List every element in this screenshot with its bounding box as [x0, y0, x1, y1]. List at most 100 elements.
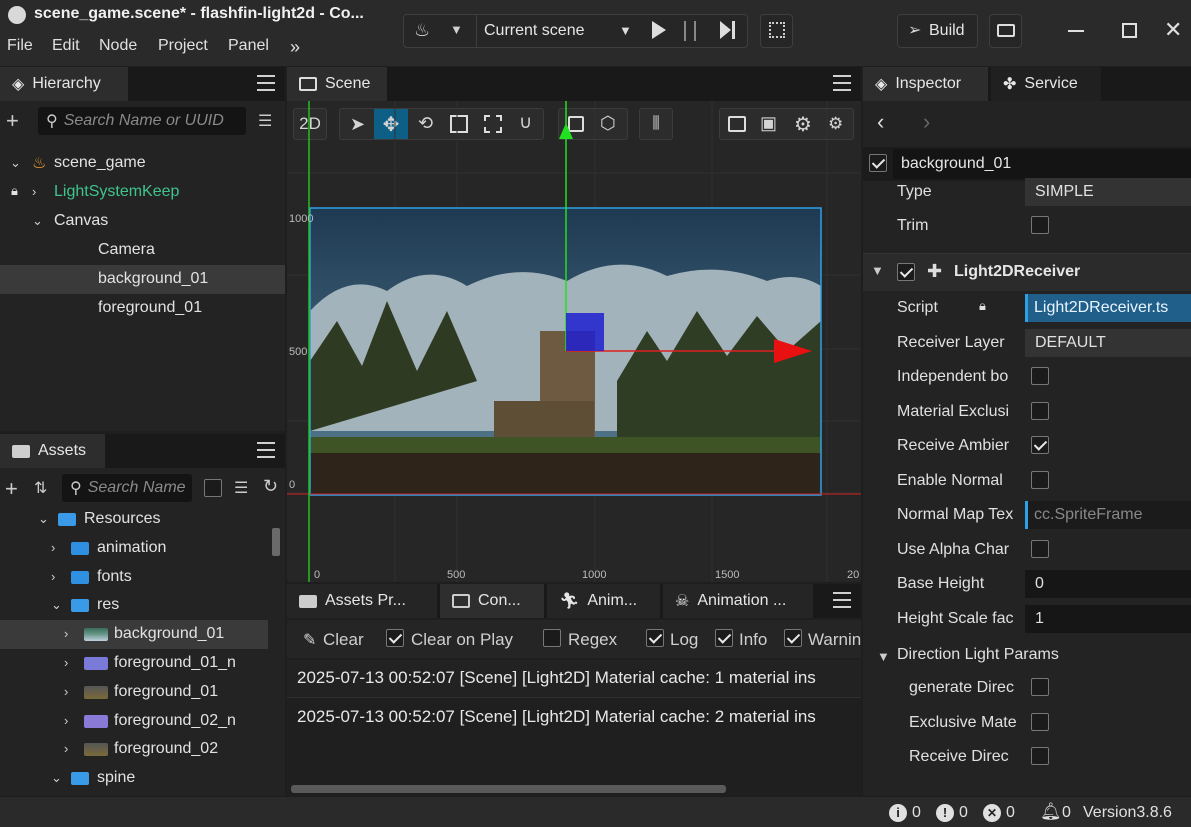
hierarchy-node[interactable]: 🔒︎ › LightSystemKeep — [0, 178, 285, 207]
error-icon[interactable]: ✕ — [983, 804, 1001, 822]
asset-item[interactable]: › fonts — [0, 563, 268, 592]
menu-file[interactable]: File — [7, 37, 33, 55]
tab-assets-preview[interactable]: Assets Pr... — [287, 584, 437, 618]
warning-checkbox[interactable] — [784, 629, 802, 647]
property-checkbox[interactable] — [1031, 539, 1049, 558]
chevron-right-icon[interactable]: › — [51, 540, 63, 555]
close-button[interactable]: ✕ — [1164, 17, 1182, 43]
hierarchy-node[interactable]: foreground_01 — [0, 294, 285, 323]
bell-icon[interactable]: 🔔︎ — [1040, 802, 1062, 822]
menu-project[interactable]: Project — [158, 37, 208, 55]
asset-item[interactable]: › foreground_01_n — [0, 649, 268, 678]
scene-viewport[interactable] — [287, 101, 861, 582]
lock-icon[interactable]: 🔒︎ — [11, 183, 18, 199]
type-select[interactable]: SIMPLE — [1025, 178, 1191, 206]
property-checkbox[interactable] — [1031, 436, 1049, 454]
minimize-button[interactable] — [1068, 30, 1084, 32]
asset-item[interactable]: › foreground_02_n — [0, 707, 268, 736]
scene-select[interactable]: Current scene — [484, 22, 585, 40]
tab-assets[interactable]: Assets — [0, 434, 105, 468]
hierarchy-node[interactable]: Camera — [0, 236, 285, 265]
assets-scrollbar[interactable] — [272, 528, 280, 556]
maximize-button[interactable] — [1122, 23, 1137, 38]
property-checkbox[interactable] — [1031, 747, 1049, 765]
component-header[interactable]: ▼ ✚ Light2DReceiver — [863, 253, 1191, 291]
chevron-right-icon[interactable]: › — [64, 626, 76, 641]
script-asset-field[interactable]: Light2DReceiver.ts — [1025, 294, 1191, 322]
regex-checkbox[interactable] — [543, 629, 561, 647]
chevron-right-icon[interactable]: › — [51, 569, 63, 584]
chevron-down-icon[interactable]: ⌄ — [51, 597, 63, 613]
forward-arrow-icon[interactable]: › — [923, 109, 930, 135]
asset-item[interactable]: › foreground_01 — [0, 678, 268, 707]
hierarchy-search-input[interactable]: ⚲ Search Name or UUID — [38, 107, 246, 135]
console-scrollbar[interactable] — [291, 785, 726, 793]
back-arrow-icon[interactable]: ‹ — [877, 109, 884, 135]
menu-node[interactable]: Node — [99, 37, 137, 55]
play-icon[interactable] — [652, 21, 666, 39]
hierarchy-node[interactable]: ⌄ ♨ scene_game — [0, 149, 285, 178]
select-field[interactable]: DEFAULT — [1025, 328, 1191, 357]
asset-field[interactable]: cc.SpriteFrame — [1025, 501, 1191, 529]
assets-filter-checkbox[interactable] — [204, 479, 222, 497]
clear-button[interactable]: Clear — [323, 630, 364, 650]
warning-icon[interactable]: ! — [936, 804, 954, 822]
node-active-checkbox[interactable] — [869, 154, 887, 172]
refresh-icon[interactable]: ↻ — [263, 476, 278, 497]
asset-item[interactable]: › background_01 — [0, 620, 268, 650]
component-enabled-checkbox[interactable] — [897, 263, 915, 281]
chevron-down-icon[interactable]: ▼ — [450, 22, 463, 37]
chevron-right-icon[interactable]: › — [64, 713, 76, 728]
more-menu-icon[interactable]: » — [290, 37, 300, 58]
chevron-right-icon[interactable]: › — [64, 741, 76, 756]
component-collapse-icon[interactable]: ▼ — [871, 263, 884, 278]
console-line[interactable]: 2025-07-13 00:52:07 [Scene] [Light2D] Ma… — [287, 699, 861, 737]
asset-item[interactable]: › foreground_02 — [0, 735, 268, 764]
add-node-icon[interactable]: + — [6, 108, 19, 134]
clear-on-play-checkbox[interactable] — [386, 629, 404, 647]
tab-service[interactable]: ✤ Service — [991, 67, 1101, 101]
number-input[interactable]: 0 — [1025, 570, 1191, 598]
engine-flame-icon[interactable]: ♨ — [414, 20, 430, 41]
menu-panel[interactable]: Panel — [228, 37, 269, 55]
step-icon[interactable] — [720, 21, 731, 39]
tab-scene[interactable]: Scene — [287, 67, 387, 101]
assets-search-input[interactable]: ⚲ Search Name — [62, 474, 192, 502]
property-checkbox[interactable] — [1031, 712, 1049, 731]
property-checkbox[interactable] — [1031, 401, 1049, 420]
tab-animation[interactable]: 🏃︎ Anim... — [547, 584, 660, 618]
sort-list-icon[interactable]: ☰ — [258, 111, 272, 131]
hierarchy-menu-icon[interactable] — [257, 75, 275, 91]
open-folder-button[interactable] — [989, 14, 1022, 48]
chevron-down-icon[interactable]: ⌄ — [38, 511, 50, 527]
info-icon[interactable]: i — [889, 804, 907, 822]
trim-checkbox[interactable] — [1031, 216, 1049, 234]
console-menu-icon[interactable] — [833, 592, 851, 608]
direction-light-group[interactable]: ▼ Direction Light Params — [863, 640, 1191, 672]
menu-edit[interactable]: Edit — [52, 37, 80, 55]
log-checkbox[interactable] — [646, 629, 664, 647]
hierarchy-node[interactable]: ⌄ Canvas — [0, 207, 285, 236]
asset-item[interactable]: › animation — [0, 534, 268, 563]
chevron-down-icon[interactable]: ⌄ — [10, 155, 22, 171]
tab-inspector[interactable]: ◈ Inspector — [863, 67, 988, 101]
hierarchy-node[interactable]: background_01 — [0, 265, 285, 294]
chevron-right-icon[interactable]: › — [32, 184, 44, 199]
property-checkbox[interactable] — [1031, 470, 1049, 489]
tab-console[interactable]: Con... — [440, 584, 544, 618]
property-checkbox[interactable] — [1031, 678, 1049, 696]
add-asset-icon[interactable]: + — [5, 476, 18, 502]
info-checkbox[interactable] — [715, 629, 733, 647]
tab-hierarchy[interactable]: ◈ Hierarchy — [0, 67, 128, 101]
assets-menu-icon[interactable] — [257, 442, 275, 458]
asset-item[interactable]: ⌄ Resources — [0, 505, 268, 534]
chevron-right-icon[interactable]: › — [64, 684, 76, 699]
build-button[interactable]: ➢ Build — [897, 14, 978, 48]
pause-icon[interactable] — [684, 21, 696, 41]
broom-icon[interactable]: ✎ — [303, 630, 316, 650]
tab-animation-mask[interactable]: ☠︎ Animation ... — [663, 584, 813, 618]
property-checkbox[interactable] — [1031, 367, 1049, 385]
scene-menu-icon[interactable] — [833, 75, 851, 91]
console-line[interactable]: 2025-07-13 00:52:07 [Scene] [Light2D] Ma… — [287, 660, 861, 698]
chevron-down-icon[interactable]: ⌄ — [32, 213, 44, 229]
